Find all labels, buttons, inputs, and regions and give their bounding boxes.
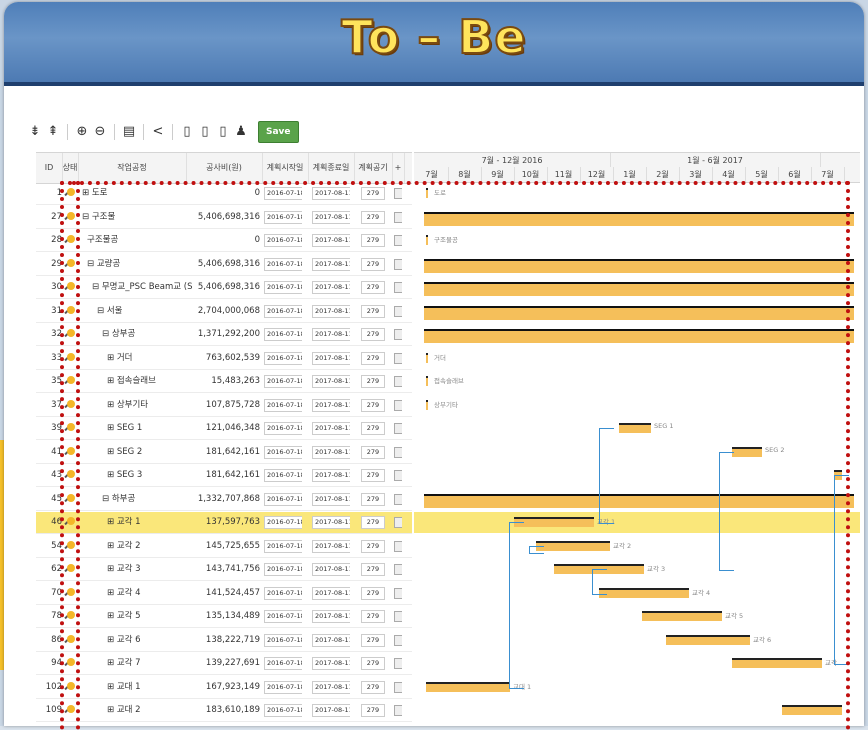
header-task[interactable]: 작업공정 xyxy=(78,153,187,183)
gantt-month: 4월 xyxy=(712,167,746,182)
banner-title: To – Be xyxy=(340,9,527,65)
column-view-icon[interactable]: ▯ xyxy=(216,125,230,139)
gantt-month: 6월 xyxy=(778,167,812,182)
row-id: 33 xyxy=(51,352,62,363)
header-start[interactable]: 계획시작일 xyxy=(262,153,309,183)
toolbar-divider xyxy=(143,124,144,140)
gantt-month: 5월 xyxy=(745,167,779,182)
row-id: 43 xyxy=(51,470,62,480)
zoom-in-icon[interactable]: ⊕ xyxy=(75,125,89,139)
row-id: 41 xyxy=(51,446,62,457)
row-id: 37 xyxy=(51,399,62,410)
grid-header: ID 상태 작업공정 공사비(원) 계획시작일 계획종료일 계획공기 + xyxy=(36,152,412,184)
gantt-month: 10월 xyxy=(514,167,548,182)
period-2017: 1월 - 6월 2017 xyxy=(610,153,821,168)
gantt-period-header: 7월 - 12월 2016 1월 - 6월 2017 xyxy=(414,152,860,168)
header-plus[interactable]: + xyxy=(392,153,405,183)
column-view-icon[interactable]: ▯ xyxy=(198,125,212,139)
highlight-dotted-frame xyxy=(72,181,850,730)
gantt-month: 11월 xyxy=(547,167,581,182)
row-id: 27 xyxy=(51,211,62,222)
row-id: 31 xyxy=(51,305,62,316)
header-duration[interactable]: 계획공기 xyxy=(354,153,393,183)
gantt-month: 1월 xyxy=(613,167,647,182)
row-id: 1 xyxy=(56,188,62,198)
row-id: 54 xyxy=(51,540,62,551)
row-id: 32 xyxy=(51,329,62,339)
row-id: 29 xyxy=(51,258,62,269)
row-id: 46 xyxy=(51,517,62,527)
user-icon[interactable]: ♟ xyxy=(234,125,248,139)
row-id: 109 xyxy=(45,705,62,715)
row-id: 30 xyxy=(51,282,62,292)
period-2016: 7월 - 12월 2016 xyxy=(414,153,611,168)
header-cost[interactable]: 공사비(원) xyxy=(186,153,263,183)
row-id: 94 xyxy=(51,658,62,668)
row-id: 45 xyxy=(51,493,62,504)
gantt-month: 9월 xyxy=(481,167,515,182)
gantt-month: 12월 xyxy=(580,167,614,182)
row-id: 78 xyxy=(51,611,62,621)
gantt-month: 3월 xyxy=(679,167,713,182)
row-id: 35 xyxy=(51,376,62,386)
row-id: 70 xyxy=(51,587,62,598)
gantt-month: 7월 xyxy=(811,167,845,182)
gantt-month: 8월 xyxy=(448,167,482,182)
indent-icon[interactable]: ⇟ xyxy=(28,125,42,139)
outdent-icon[interactable]: ⇞ xyxy=(46,125,60,139)
row-id: 62 xyxy=(51,564,62,574)
row-id: 39 xyxy=(51,423,62,433)
toolbar-divider xyxy=(67,124,68,140)
print-icon[interactable]: ▤ xyxy=(122,125,136,139)
save-button[interactable]: Save xyxy=(258,121,299,143)
share-icon[interactable]: < xyxy=(151,125,165,139)
gantt-month: 2월 xyxy=(646,167,680,182)
zoom-out-icon[interactable]: ⊖ xyxy=(93,125,107,139)
toolbar-divider xyxy=(114,124,115,140)
window-frame: To – Be ⇟ ⇞ ⊕ ⊖ ▤ < ▯ ▯ ▯ ♟ Save ID 상태 작… xyxy=(0,0,868,730)
banner: To – Be xyxy=(4,2,864,86)
row-id: 28 xyxy=(51,235,62,245)
row-id: 86 xyxy=(51,634,62,645)
toolbar-divider xyxy=(172,124,173,140)
header-id[interactable]: ID xyxy=(36,153,63,183)
header-status[interactable]: 상태 xyxy=(62,153,79,183)
column-view-icon[interactable]: ▯ xyxy=(180,125,194,139)
row-id: 102 xyxy=(45,681,62,692)
header-end[interactable]: 계획종료일 xyxy=(308,153,355,183)
toolbar: ⇟ ⇞ ⊕ ⊖ ▤ < ▯ ▯ ▯ ♟ Save xyxy=(28,118,299,146)
gantt-month: 7월 xyxy=(415,167,449,182)
